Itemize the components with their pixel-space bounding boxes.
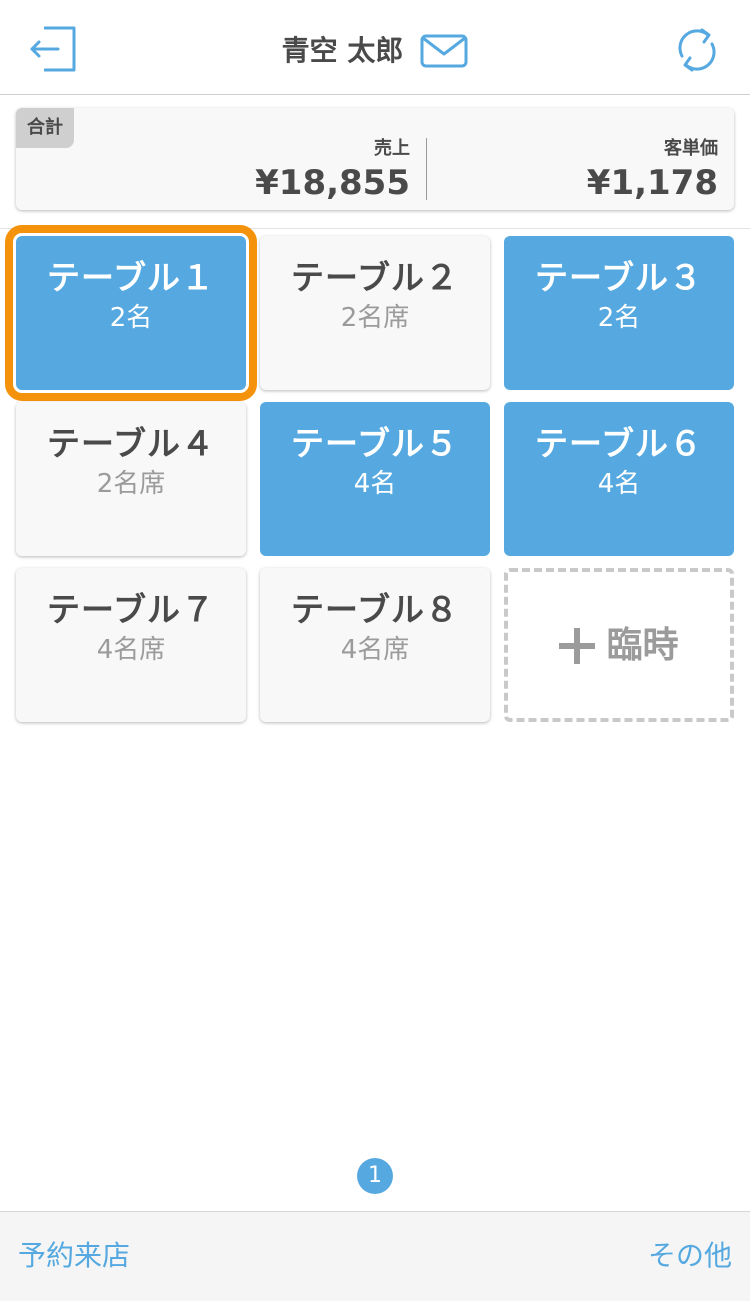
reservation-visit-link[interactable]: 予約来店 <box>18 1238 130 1274</box>
add-temporary-label: 臨時 <box>606 624 679 666</box>
table-info: 4名席 <box>96 635 166 665</box>
table-info: 4名 <box>597 469 641 499</box>
table-tile-5[interactable]: テーブル５ 4名 <box>260 402 490 556</box>
table-info: 2名 <box>597 303 641 333</box>
mail-icon[interactable] <box>420 34 468 68</box>
user-name: 青空 太郎 <box>281 33 404 67</box>
avg-price-label: 客単価 <box>664 138 718 159</box>
sales-value: ¥18,855 <box>255 163 410 203</box>
table-name: テーブル２ <box>290 258 460 297</box>
table-tile-2[interactable]: テーブル２ 2名席 <box>260 236 490 390</box>
avg-price-block: 客単価 ¥1,178 <box>430 136 718 204</box>
table-info: 4名 <box>353 469 397 499</box>
table-name: テーブル４ <box>46 424 216 463</box>
table-info: 2名席 <box>96 469 166 499</box>
sales-block: 売上 ¥18,855 <box>16 136 410 204</box>
summary-divider <box>426 138 427 200</box>
table-tile-6[interactable]: テーブル６ 4名 <box>504 402 734 556</box>
refresh-icon[interactable] <box>672 26 722 74</box>
table-info: 2名席 <box>340 303 410 333</box>
table-name: テーブル８ <box>290 590 460 629</box>
avg-price-value: ¥1,178 <box>586 163 718 203</box>
table-tile-7[interactable]: テーブル７ 4名席 <box>16 568 246 722</box>
summary-card: 合計 売上 ¥18,855 客単価 ¥1,178 <box>16 108 734 210</box>
table-info: 2名 <box>109 303 153 333</box>
table-name: テーブル７ <box>46 590 216 629</box>
table-name: テーブル６ <box>534 424 704 463</box>
table-tile-8[interactable]: テーブル８ 4名席 <box>260 568 490 722</box>
table-tile-4[interactable]: テーブル４ 2名席 <box>16 402 246 556</box>
header-title: 青空 太郎 <box>0 26 750 74</box>
table-tile-1[interactable]: テーブル１ 2名 <box>5 225 257 401</box>
header-bar: 青空 太郎 <box>0 0 750 95</box>
table-info: 4名席 <box>340 635 410 665</box>
page-indicator[interactable]: 1 <box>357 1158 393 1194</box>
sales-label: 売上 <box>374 138 410 159</box>
footer-bar: 予約来店 その他 <box>0 1211 750 1301</box>
other-menu-link[interactable]: その他 <box>648 1238 732 1274</box>
table-name: テーブル３ <box>534 258 704 297</box>
table-name: テーブル５ <box>290 424 460 463</box>
plus-icon <box>559 627 596 664</box>
table-tile-3[interactable]: テーブル３ 2名 <box>504 236 734 390</box>
add-temporary-table-button[interactable]: 臨時 <box>504 568 734 722</box>
summary-divider-line <box>0 228 750 229</box>
table-name: テーブル１ <box>46 258 216 297</box>
